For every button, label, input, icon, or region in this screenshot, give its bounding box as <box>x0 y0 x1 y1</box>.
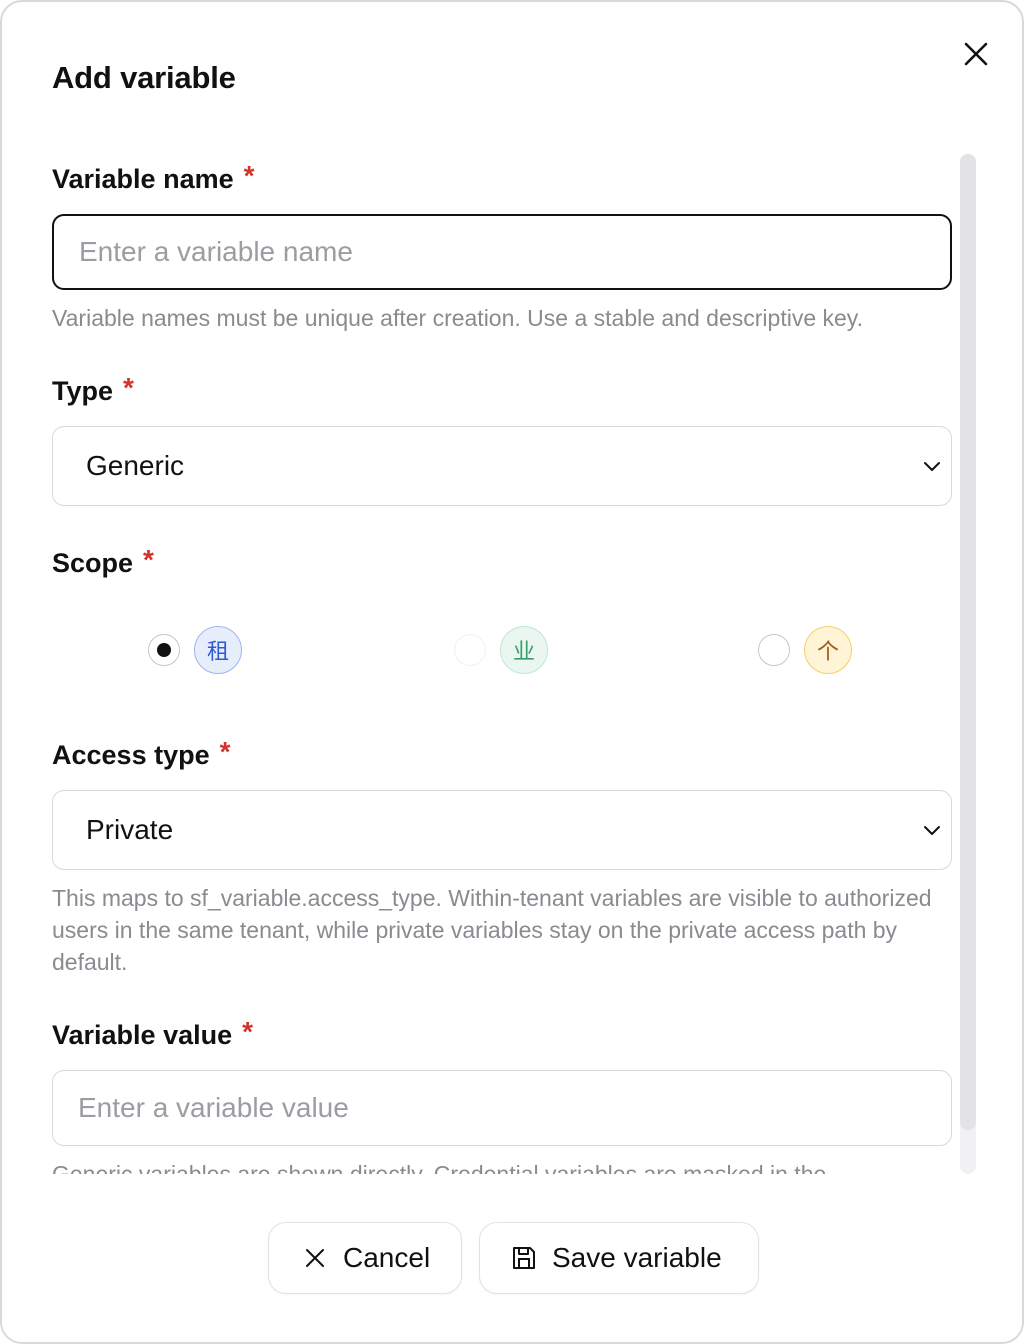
cancel-label: Cancel <box>343 1242 431 1273</box>
radio-button[interactable] <box>454 634 486 666</box>
scope-option-tenant[interactable]: 租 <box>148 624 242 676</box>
add-variable-dialog: Add variable Variable name * Variable na… <box>0 0 1024 1344</box>
close-icon <box>964 42 988 66</box>
variable-name-help: Variable names must be unique after crea… <box>52 305 863 331</box>
scope-badge-icon: 业 <box>500 626 548 674</box>
close-icon <box>301 1244 329 1272</box>
required-mark: * <box>123 372 134 403</box>
access-type-help: This maps to sf_variable.access_type. Wi… <box>52 885 932 975</box>
scope-badge-icon: 租 <box>194 626 242 674</box>
dialog-footer: Cancel Save variable <box>2 1174 1022 1342</box>
required-mark: * <box>242 1016 254 1047</box>
scope-label: Scope * <box>52 544 154 579</box>
variable-name-label: Variable name * <box>52 160 255 195</box>
required-mark: * <box>243 160 255 191</box>
scope-badge-icon: 个 <box>804 626 852 674</box>
scope-radio-group: 租 业 个 <box>52 624 952 678</box>
close-button[interactable] <box>958 36 994 72</box>
required-mark: * <box>219 736 231 767</box>
required-mark: * <box>143 544 154 575</box>
save-variable-button[interactable]: Save variable <box>479 1222 759 1294</box>
scope-option-personal[interactable]: 个 <box>758 624 852 676</box>
chevron-down-icon <box>924 462 940 471</box>
radio-dot <box>157 643 171 657</box>
variable-value-help: Generic variables are shown directly. Cr… <box>52 1161 827 1174</box>
dialog-title: Add variable <box>52 60 236 95</box>
variable-name-input[interactable] <box>52 214 952 290</box>
save-icon <box>510 1244 538 1272</box>
radio-button[interactable] <box>758 634 790 666</box>
type-select[interactable]: Generic <box>52 426 952 506</box>
access-type-selected-value: Private <box>86 814 174 845</box>
access-type-select[interactable]: Private <box>52 790 952 870</box>
save-label: Save variable <box>552 1242 722 1273</box>
type-label: Type * <box>52 372 134 407</box>
access-type-label: Access type * <box>52 736 231 771</box>
scope-option-business[interactable]: 业 <box>454 624 548 676</box>
radio-button[interactable] <box>148 634 180 666</box>
type-selected-value: Generic <box>86 450 185 481</box>
variable-value-label: Variable value * <box>52 1016 254 1051</box>
variable-value-input[interactable] <box>52 1070 952 1146</box>
cancel-button[interactable]: Cancel <box>268 1222 462 1294</box>
chevron-down-icon <box>924 826 940 835</box>
